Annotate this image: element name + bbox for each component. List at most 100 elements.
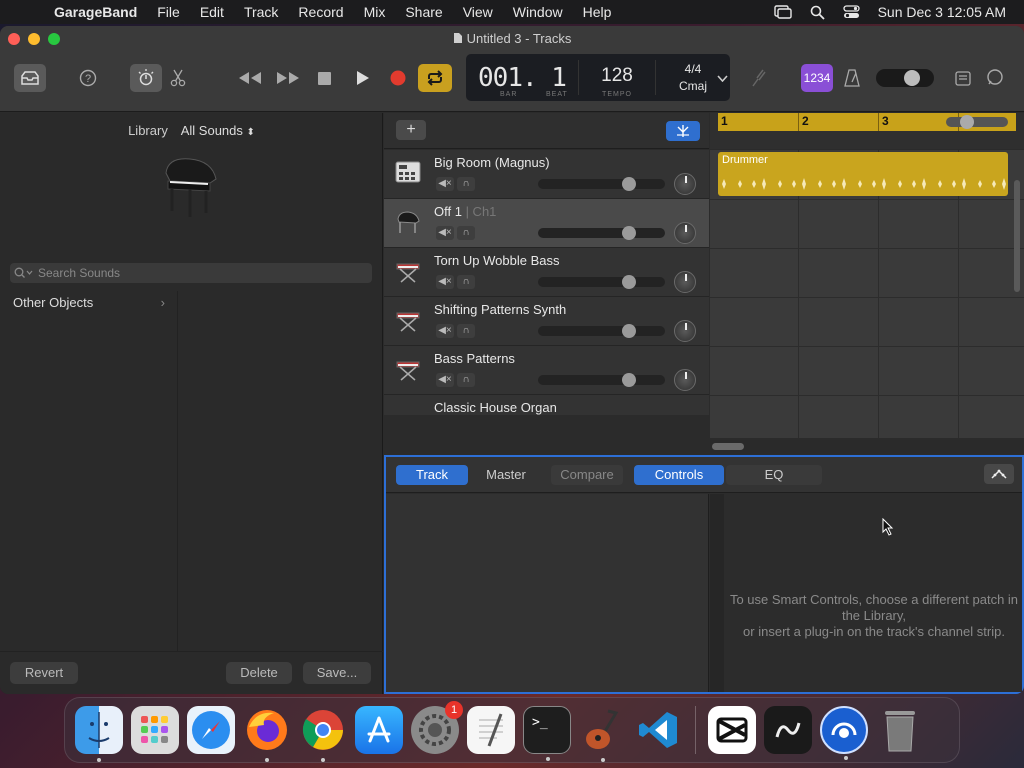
tracks-area[interactable]: Drummer [710,150,1024,438]
spotlight-search-icon[interactable] [810,5,825,20]
menu-file[interactable]: File [157,4,180,20]
mute-icon[interactable]: ◀× [436,324,454,338]
notepad-button[interactable] [952,64,974,92]
dock-launchpad-icon[interactable] [131,706,179,754]
track-name[interactable]: Classic House Organ [434,400,557,415]
tab-compare[interactable]: Compare [551,465,623,485]
mute-icon[interactable]: ◀× [436,177,454,191]
screen-mirror-icon[interactable] [773,5,792,19]
track-row[interactable]: Off 1 | Ch1 ◀× ∩ [384,199,709,248]
revert-button[interactable]: Revert [10,662,78,684]
dock-firefox-icon[interactable] [243,706,291,762]
smart-controls-options-button[interactable] [984,464,1014,484]
zoom-slider[interactable] [946,115,1008,129]
drummer-region[interactable]: Drummer [718,152,1008,196]
lcd-mode-dropdown[interactable] [712,64,732,92]
dock-terminal-icon[interactable]: >_ [523,706,571,761]
dock-screen-sharing-icon[interactable] [820,706,868,760]
tab-eq[interactable]: EQ [726,465,822,485]
dock-chrome-icon[interactable] [299,706,347,762]
dock-vscode-icon[interactable] [635,706,683,754]
quick-help-button[interactable]: ? [76,64,100,92]
lcd-tempo[interactable]: 128 TEMPO [579,54,655,101]
track-volume-slider[interactable] [538,226,665,240]
library-sounds-dropdown[interactable]: All Sounds ⬍ [181,123,255,138]
mute-icon[interactable]: ◀× [436,226,454,240]
menu-mix[interactable]: Mix [364,4,386,20]
dock-textedit-icon[interactable] [467,706,515,754]
tuner-button[interactable] [748,64,770,92]
lcd-position[interactable]: 001. 1 BAR BEAT [466,54,578,101]
track-name[interactable]: Big Room (Magnus) [434,155,550,170]
track-volume-slider[interactable] [538,324,665,338]
headphones-icon[interactable]: ∩ [457,324,475,338]
cycle-button[interactable] [418,64,452,92]
track-pan-knob[interactable] [674,222,696,244]
menu-app-name[interactable]: GarageBand [54,4,137,20]
menu-window[interactable]: Window [513,4,563,20]
save-button[interactable]: Save... [303,662,371,684]
dock-garageband-icon[interactable] [579,706,627,762]
add-track-button[interactable]: + [396,120,426,140]
tab-master[interactable]: Master [470,465,542,485]
dock-capcut-icon[interactable] [708,706,756,754]
track-row[interactable]: Bass Patterns ◀× ∩ [384,346,709,395]
tab-controls[interactable]: Controls [634,465,724,485]
mute-icon[interactable]: ◀× [436,373,454,387]
fast-forward-button[interactable] [274,64,302,92]
dock-perplexity-icon[interactable] [764,706,812,754]
menu-view[interactable]: View [463,4,493,20]
master-volume-track[interactable] [876,69,934,87]
editors-toggle-button[interactable] [168,64,188,92]
lcd-display[interactable]: 001. 1 BAR BEAT 128 TEMPO 4/4 Cmaj [466,54,730,101]
headphones-icon[interactable]: ∩ [457,373,475,387]
track-row[interactable]: Big Room (Magnus) ◀× ∩ [384,150,709,199]
menu-share[interactable]: Share [405,4,442,20]
track-row[interactable]: Shifting Patterns Synth ◀× ∩ [384,297,709,346]
metronome-button[interactable] [841,64,863,92]
dock-safari-icon[interactable] [187,706,235,754]
smart-controls-toggle-button[interactable] [130,64,162,92]
catch-playhead-button[interactable] [666,121,700,141]
track-volume-slider[interactable] [538,373,665,387]
track-name[interactable]: Torn Up Wobble Bass [434,253,560,268]
track-name[interactable]: Off 1 | Ch1 [434,204,496,219]
track-name[interactable]: Shifting Patterns Synth [434,302,566,317]
dock-trash-icon[interactable] [876,706,924,754]
master-volume-slider[interactable] [876,64,934,92]
dock-system-settings-icon[interactable]: 1 [411,701,463,754]
library-search-input[interactable]: Search Sounds [10,263,372,283]
dock-finder-icon[interactable] [75,706,123,762]
stop-button[interactable] [314,64,334,92]
headphones-icon[interactable]: ∩ [457,177,475,191]
menubar-clock[interactable]: Sun Dec 3 12:05 AM [878,4,1006,20]
timeline-ruler[interactable]: 1 2 3 4 [710,113,1024,149]
vertical-scrollbar[interactable] [1014,180,1020,292]
record-button[interactable] [388,64,408,92]
play-button[interactable] [352,64,372,92]
menu-record[interactable]: Record [298,4,343,20]
rewind-button[interactable] [236,64,264,92]
track-row[interactable]: Classic House Organ [384,395,709,415]
track-name[interactable]: Bass Patterns [434,351,515,366]
track-volume-slider[interactable] [538,177,665,191]
menu-edit[interactable]: Edit [200,4,224,20]
menu-track[interactable]: Track [244,4,278,20]
track-pan-knob[interactable] [674,173,696,195]
delete-button[interactable]: Delete [226,662,292,684]
mute-icon[interactable]: ◀× [436,275,454,289]
track-row[interactable]: Torn Up Wobble Bass ◀× ∩ [384,248,709,297]
menu-help[interactable]: Help [583,4,612,20]
track-pan-knob[interactable] [674,271,696,293]
library-toggle-button[interactable] [14,64,46,92]
master-volume-knob[interactable] [904,70,920,86]
tab-track[interactable]: Track [396,465,468,485]
track-pan-knob[interactable] [674,369,696,391]
horizontal-scrollbar[interactable] [712,443,744,450]
headphones-icon[interactable]: ∩ [457,226,475,240]
count-in-button[interactable]: 1234 [801,64,833,92]
track-pan-knob[interactable] [674,320,696,342]
control-center-icon[interactable] [842,5,860,19]
headphones-icon[interactable]: ∩ [457,275,475,289]
loop-browser-button[interactable] [984,64,1006,92]
